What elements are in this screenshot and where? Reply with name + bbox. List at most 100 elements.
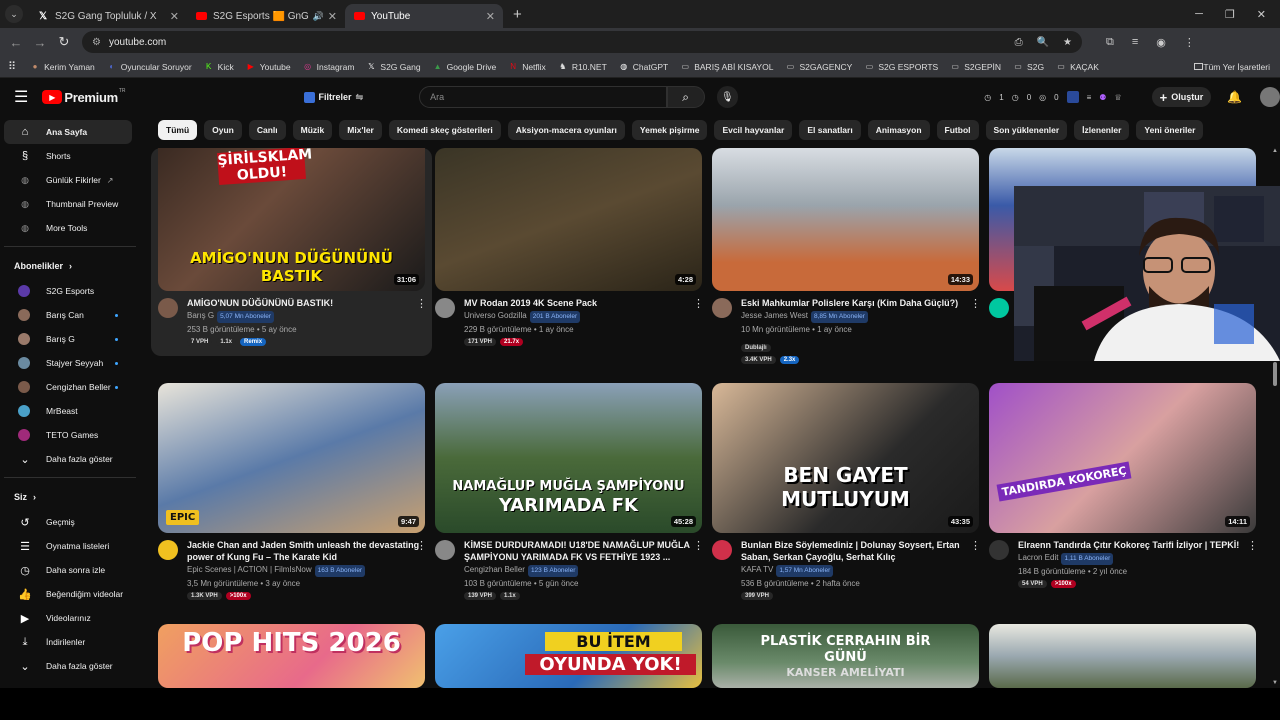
close-icon[interactable]: ✕ <box>486 10 495 23</box>
video-title[interactable]: Eski Mahkumlar Polislere Karşı (Kim Daha… <box>741 297 979 309</box>
bookmark-item[interactable]: 𝕏 S2G Gang <box>366 62 420 72</box>
video-title[interactable]: Elraenn Tandırda Çıtır Kokoreç Tarifi İz… <box>1018 539 1256 551</box>
forward-icon[interactable]: → <box>28 35 52 50</box>
sidebar-item[interactable]: ◍ Günlük Fikirler ↗ <box>4 168 132 192</box>
channel-avatar[interactable] <box>158 298 178 318</box>
show-more-button[interactable]: ⌄ Daha fazla göster <box>4 447 132 471</box>
video-thumbnail[interactable]: 14:33 <box>712 148 979 291</box>
chip[interactable]: Tümü <box>158 120 198 140</box>
create-button[interactable]: + Oluştur <box>1151 87 1212 107</box>
channel-name[interactable]: Universo Godzilla <box>464 311 527 320</box>
chip[interactable]: El sanatları <box>799 120 861 140</box>
video-thumbnail[interactable]: BEN GAYET MUTLUYUM 43:35 <box>712 383 979 533</box>
bookmark-item[interactable]: ◍ ChatGPT <box>619 62 668 72</box>
bookmark-item[interactable]: ♞ R10.NET <box>558 62 607 72</box>
video-card[interactable]: EPIC 9:47 Jackie Chan and Jaden Smith unle… <box>158 383 427 600</box>
browser-tab-x[interactable]: 𝕏 S2G Gang Topluluk / X ✕ <box>29 4 187 28</box>
scroll-down-icon[interactable]: ▼ <box>1272 680 1278 686</box>
sidebar-item[interactable]: ◷ Daha sonra izle <box>4 558 132 582</box>
you-header[interactable]: Siz › <box>0 484 140 510</box>
sidebar-item[interactable]: ⌂ Ana Sayfa <box>4 120 132 144</box>
video-title[interactable]: MV Rodan 2019 4K Scene Pack <box>464 297 702 309</box>
chip[interactable]: İzlenenler <box>1074 120 1130 140</box>
chip[interactable]: Canlı <box>248 120 286 140</box>
close-icon[interactable]: ✕ <box>170 10 179 23</box>
scrollbar[interactable]: ▲ ▼ <box>1272 148 1278 686</box>
video-thumbnail[interactable] <box>989 624 1256 688</box>
star-icon[interactable]: ★ <box>1063 37 1072 48</box>
channel-avatar[interactable] <box>158 540 178 560</box>
site-info-icon[interactable]: ⚙ <box>92 37 101 48</box>
sidebar-item[interactable]: 👍 Beğendiğim videolar <box>4 582 132 606</box>
video-card[interactable]: 4:28 MV Rodan 2019 4K Scene Pack Universo … <box>435 148 704 346</box>
channel-name[interactable]: KAFA TV <box>741 565 773 574</box>
bookmark-item[interactable]: ▭ S2G ESPORTS <box>864 62 939 72</box>
video-thumbnail[interactable]: 4:28 <box>435 148 702 291</box>
bookmark-item[interactable]: ▶ Youtube <box>246 62 291 72</box>
sidebar-item[interactable]: ◍ Thumbnail Preview <box>4 192 132 216</box>
video-thumbnail[interactable]: POP HITS 2026 <box>158 624 425 688</box>
sidebar-item[interactable]: ⤓ İndirilenler <box>4 630 132 654</box>
channel-name[interactable]: Epic Scenes | ACTION | FilmIsNow <box>187 565 312 574</box>
new-tab-icon[interactable]: + <box>513 6 522 23</box>
sidebar-subscription[interactable]: Stajyer Seyyah <box>4 351 132 375</box>
browser-tab-s2g[interactable]: S2G Esports 🟧 GnG Esports 🔊 ✕ <box>187 4 345 28</box>
media-icon[interactable]: ≡ <box>1132 36 1138 49</box>
apps-icon[interactable]: ⠿ <box>8 60 16 73</box>
video-title[interactable]: Jackie Chan and Jaden Smith unleash the … <box>187 539 425 563</box>
search-button[interactable]: ⌕ <box>666 86 705 108</box>
chip[interactable]: Aksiyon-macera oyunları <box>507 120 625 140</box>
sidebar-item[interactable]: ◍ More Tools <box>4 216 132 240</box>
channel-name[interactable]: Jesse James West <box>741 311 808 320</box>
sidebar-item[interactable]: ▶ Videolarınız <box>4 606 132 630</box>
bookmark-item[interactable]: K Kick <box>204 62 234 72</box>
magnet-icon[interactable]: ⚉ <box>1099 93 1106 102</box>
sidebar-item[interactable]: § Shorts <box>4 144 132 168</box>
more-options-icon[interactable]: ⋮ <box>693 297 704 310</box>
video-title[interactable]: KİMSE DURDURAMADI! U18'DE NAMAĞLUP MUĞLA… <box>464 539 702 563</box>
more-options-icon[interactable]: ⋮ <box>416 297 427 310</box>
bookmark-item[interactable]: ◎ Instagram <box>303 62 354 72</box>
more-options-icon[interactable]: ⋮ <box>1247 539 1258 552</box>
bookmark-item[interactable]: ● Kerim Yaman <box>30 62 95 72</box>
video-card[interactable]: PLASTİK CERRAHIN BİR GÜNÜ KANSER AMELİYATI <box>712 624 979 688</box>
more-options-icon[interactable]: ⋮ <box>970 539 981 552</box>
bookmark-item[interactable]: N Netflix <box>508 62 546 72</box>
chip[interactable]: Komedi skeç gösterileri <box>388 120 501 140</box>
chip[interactable]: Animasyon <box>867 120 930 140</box>
more-options-icon[interactable]: ⋮ <box>970 297 981 310</box>
extensions-icon[interactable]: ⧉ <box>1106 36 1114 49</box>
bell-icon[interactable]: 🔔 <box>1227 90 1242 104</box>
video-card[interactable] <box>989 624 1256 688</box>
extension-icon[interactable] <box>1066 91 1079 103</box>
bookmark-item[interactable]: ▲ Google Drive <box>433 62 497 72</box>
video-card[interactable]: POP HITS 2026 <box>158 624 425 688</box>
channel-avatar[interactable] <box>989 298 1009 318</box>
video-title[interactable]: Bunları Bize Söylemediniz | Dolunay Soys… <box>741 539 979 563</box>
bookmark-item[interactable]: ▭ S2G <box>1013 62 1044 72</box>
video-card[interactable]: TANDIRDA KOKOREÇ 14:11 Elraenn Tandırda Çı… <box>989 383 1258 588</box>
sidebar-subscription[interactable]: MrBeast <box>4 399 132 423</box>
search-input[interactable]: Ara <box>419 86 667 108</box>
browser-tab-youtube[interactable]: YouTube ✕ <box>345 4 503 28</box>
chip[interactable]: Oyun <box>204 120 242 140</box>
close-icon[interactable]: ✕ <box>328 10 337 23</box>
video-card[interactable]: NAMAĞLUP MUĞLA ŞAMPİYONU YARIMADA FK 45:28… <box>435 383 704 600</box>
video-card[interactable]: BEN GAYET MUTLUYUM 43:35 Bunları Bize Söyle… <box>712 383 981 600</box>
filters-button[interactable]: Filtreler ⇋ <box>303 91 363 103</box>
menu-icon[interactable]: ⋮ <box>1184 36 1195 49</box>
scrollbar-thumb[interactable] <box>1273 362 1277 386</box>
bookmark-item[interactable]: ▭ S2GEPİN <box>950 62 1001 72</box>
bookmark-item[interactable]: ▭ BARIŞ ABİ KISAYOL <box>680 62 773 72</box>
menu-icon[interactable]: ☰ <box>14 87 28 107</box>
avatar[interactable] <box>1260 87 1280 107</box>
list-icon[interactable]: ≡ <box>1087 93 1092 102</box>
scroll-up-icon[interactable]: ▲ <box>1272 148 1278 154</box>
chip[interactable]: Müzik <box>292 120 333 140</box>
chip[interactable]: Evcil hayvanlar <box>714 120 793 140</box>
channel-avatar[interactable] <box>435 540 455 560</box>
voice-search-button[interactable]: 🎙 <box>716 86 739 108</box>
minimize-icon[interactable]: ─ <box>1195 8 1203 21</box>
channel-avatar[interactable] <box>435 298 455 318</box>
video-thumbnail[interactable]: BU İTEM OYUNDA YOK! <box>435 624 702 688</box>
